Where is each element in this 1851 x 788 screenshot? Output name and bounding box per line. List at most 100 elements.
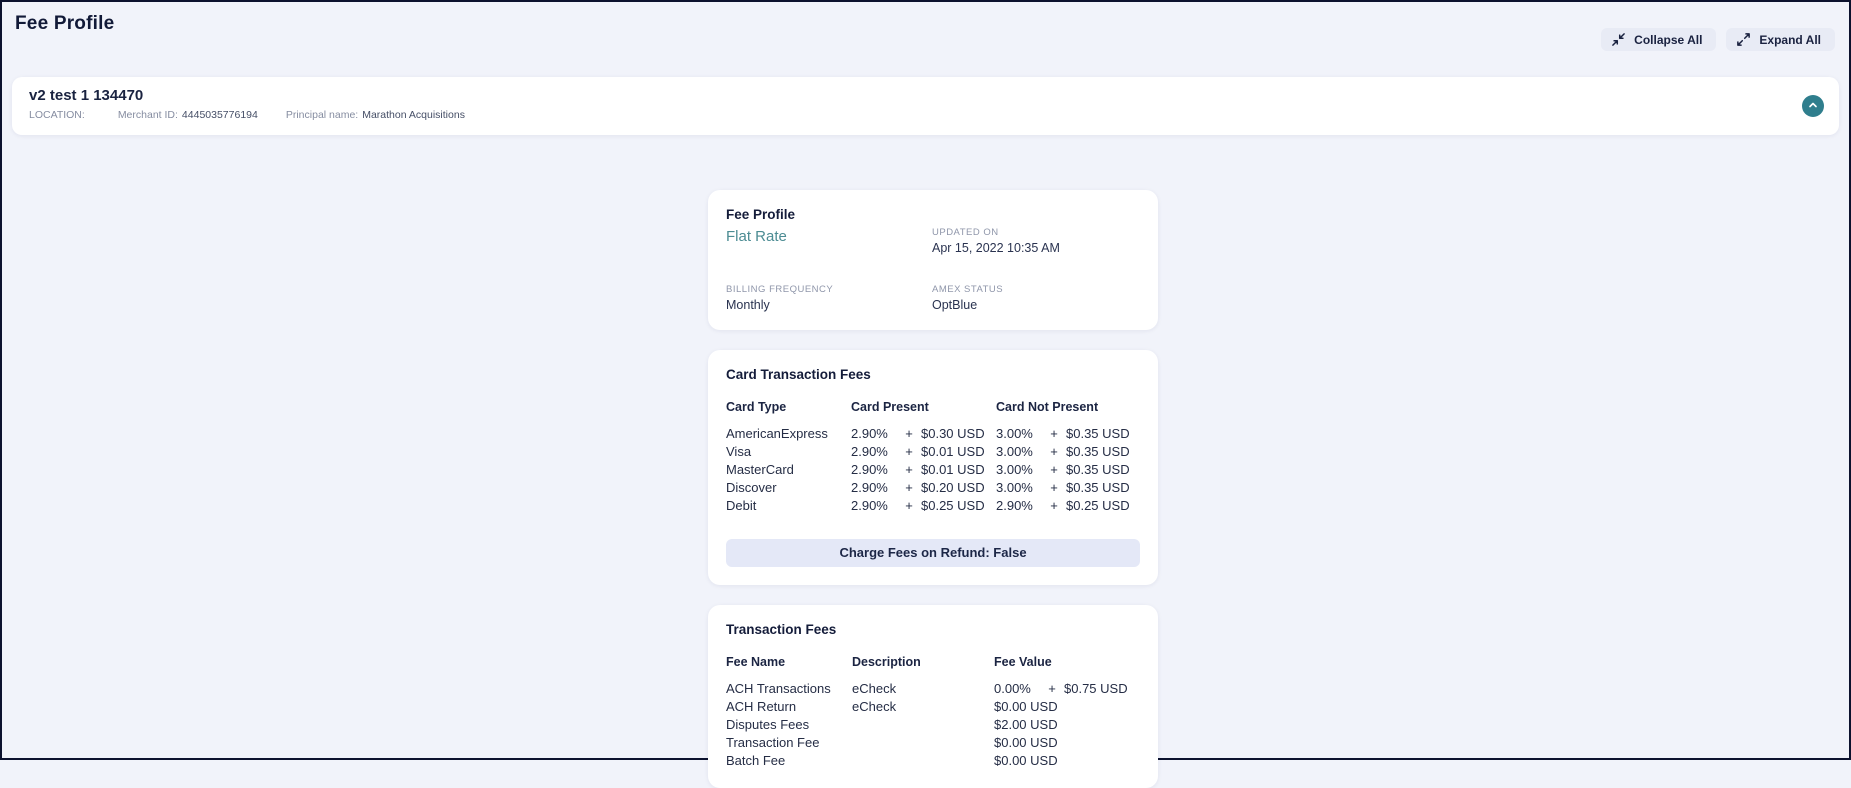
fee-rate: 3.00% bbox=[996, 462, 1033, 477]
fee-amount: $0.25 USD bbox=[921, 498, 985, 513]
card-present-fee-cell: 2.90% + $0.30 USD bbox=[851, 425, 996, 443]
fee-value-cell: $0.00 USD bbox=[994, 753, 1058, 768]
fee-amount: $0.35 USD bbox=[1066, 462, 1130, 477]
fee-description-cell bbox=[852, 734, 994, 752]
fee-value-cell: $2.00 USD bbox=[994, 717, 1058, 732]
merchant-meta: LOCATION: Merchant ID: 4445035776194 Pri… bbox=[29, 109, 1822, 121]
panel-collapse-toggle-button[interactable] bbox=[1802, 95, 1824, 117]
card-present-fee-cell: 2.90% + $0.01 USD bbox=[851, 461, 996, 479]
amex-status-label: AMEX STATUS bbox=[932, 284, 1004, 295]
fee-amount: $0.25 USD bbox=[1066, 498, 1130, 513]
fee-rate: 3.00% bbox=[996, 444, 1033, 459]
expand-all-label: Expand All bbox=[1759, 32, 1821, 47]
fee-amount: $0.20 USD bbox=[921, 480, 985, 495]
table-header-row: Card Type Card Present Card Not Present bbox=[726, 400, 1140, 414]
card-not-present-fee-cell: 3.00% + $0.35 USD bbox=[996, 461, 1140, 479]
fee-amount: $0.30 USD bbox=[921, 426, 985, 441]
card-type-cell: AmericanExpress bbox=[726, 426, 828, 441]
fee-plus: + bbox=[1050, 444, 1058, 459]
fee-profile-type-link[interactable]: Flat Rate bbox=[726, 228, 932, 245]
table-row: ACH Transactions eCheck 0.00% + $0.75 US… bbox=[726, 680, 1140, 698]
fee-plus: + bbox=[905, 426, 913, 441]
card-type-cell: MasterCard bbox=[726, 462, 794, 477]
fee-amount: $0.35 USD bbox=[1066, 480, 1130, 495]
table-row: MasterCard 2.90% + $0.01 USD 3.00% + $0.… bbox=[726, 461, 1140, 479]
fee-description-cell bbox=[852, 716, 994, 734]
card-transaction-fees-table: Card Type Card Present Card Not Present … bbox=[726, 400, 1140, 515]
fee-plus: + bbox=[1048, 681, 1056, 696]
billing-frequency-value: Monthly bbox=[726, 298, 770, 312]
fee-amount: $0.35 USD bbox=[1066, 444, 1130, 459]
card-not-present-fee-cell: 3.00% + $0.35 USD bbox=[996, 479, 1140, 497]
card-type-cell: Visa bbox=[726, 444, 752, 459]
table-header-row: Fee Name Description Fee Value bbox=[726, 655, 1140, 669]
location-label: LOCATION: bbox=[29, 109, 85, 121]
table-row: ACH Return eCheck $0.00 USD bbox=[726, 698, 1140, 716]
fee-name-cell: Disputes Fees bbox=[726, 717, 810, 732]
fee-rate: 3.00% bbox=[996, 480, 1033, 495]
table-row: Debit 2.90% + $0.25 USD 2.90% + $0.25 US… bbox=[726, 497, 1140, 515]
collapse-all-label: Collapse All bbox=[1634, 32, 1703, 47]
table-row: Disputes Fees $2.00 USD bbox=[726, 716, 1140, 734]
table-row: Batch Fee $0.00 USD bbox=[726, 752, 1140, 770]
table-row: Discover 2.90% + $0.20 USD 3.00% + $0.35… bbox=[726, 479, 1140, 497]
fee-rate: 2.90% bbox=[851, 462, 888, 477]
fee-plus: + bbox=[1050, 498, 1058, 513]
fee-rate: 2.90% bbox=[851, 498, 888, 513]
content-column: Fee Profile Flat Rate UPDATED ON Apr 15,… bbox=[708, 190, 1158, 788]
page-title: Fee Profile bbox=[15, 13, 115, 34]
amex-status-value: OptBlue bbox=[932, 298, 978, 312]
collapse-all-button[interactable]: Collapse All bbox=[1601, 28, 1717, 51]
fee-value-cell: 0.00% + $0.75 USD bbox=[994, 680, 1140, 698]
card-type-cell: Debit bbox=[726, 498, 757, 513]
fee-rate: 2.90% bbox=[996, 498, 1033, 513]
card-not-present-fee-cell: 3.00% + $0.35 USD bbox=[996, 425, 1140, 443]
column-header-fee-value: Fee Value bbox=[994, 655, 1052, 669]
fee-plus: + bbox=[1050, 480, 1058, 495]
fee-description-cell: eCheck bbox=[852, 699, 897, 714]
table-row: Visa 2.90% + $0.01 USD 3.00% + $0.35 USD bbox=[726, 443, 1140, 461]
fee-profile-heading: Fee Profile bbox=[726, 207, 796, 222]
fee-name-cell: Transaction Fee bbox=[726, 735, 820, 750]
principal-name-label: Principal name: bbox=[285, 109, 359, 121]
column-header-card-not-present: Card Not Present bbox=[996, 400, 1099, 414]
column-header-fee-name: Fee Name bbox=[726, 655, 786, 669]
merchant-panel: v2 test 1 134470 LOCATION: Merchant ID: … bbox=[12, 77, 1839, 135]
fee-description-cell: eCheck bbox=[852, 681, 897, 696]
header-actions: Collapse All Expand All bbox=[1601, 28, 1835, 51]
fee-amount: $0.01 USD bbox=[921, 462, 985, 477]
fee-plus: + bbox=[905, 480, 913, 495]
card-present-fee-cell: 2.90% + $0.20 USD bbox=[851, 479, 996, 497]
expand-all-button[interactable]: Expand All bbox=[1726, 28, 1835, 51]
fee-value-cell: $0.00 USD bbox=[994, 699, 1058, 714]
fee-rate: 3.00% bbox=[996, 426, 1033, 441]
fee-name-cell: Batch Fee bbox=[726, 753, 786, 768]
updated-on-value: Apr 15, 2022 10:35 AM bbox=[932, 241, 1060, 255]
transaction-fees-table: Fee Name Description Fee Value ACH Trans… bbox=[726, 655, 1140, 770]
fee-plus: + bbox=[1050, 462, 1058, 477]
card-not-present-fee-cell: 3.00% + $0.35 USD bbox=[996, 443, 1140, 461]
fee-plus: + bbox=[905, 444, 913, 459]
fee-amount: $0.75 USD bbox=[1064, 681, 1128, 696]
card-transaction-fees-heading: Card Transaction Fees bbox=[726, 367, 871, 382]
fee-name-cell: ACH Return bbox=[726, 699, 797, 714]
fee-value-cell: $0.00 USD bbox=[994, 735, 1058, 750]
fee-rate: 2.90% bbox=[851, 426, 888, 441]
principal-name-value: Marathon Acquisitions bbox=[362, 109, 465, 121]
chevron-up-icon bbox=[1807, 99, 1819, 114]
column-header-card-present: Card Present bbox=[851, 400, 929, 414]
card-type-cell: Discover bbox=[726, 480, 777, 495]
card-transaction-fees-card: Card Transaction Fees Card Type Card Pre… bbox=[708, 350, 1158, 585]
fee-description-cell bbox=[852, 752, 994, 770]
column-header-card-type: Card Type bbox=[726, 400, 787, 414]
collapse-icon bbox=[1611, 32, 1626, 47]
fee-name-cell: ACH Transactions bbox=[726, 681, 831, 696]
fee-amount: $0.35 USD bbox=[1066, 426, 1130, 441]
transaction-fees-heading: Transaction Fees bbox=[726, 622, 837, 637]
fee-plus: + bbox=[905, 462, 913, 477]
expand-icon bbox=[1736, 32, 1751, 47]
merchant-id-label: Merchant ID: bbox=[117, 109, 178, 121]
card-present-fee-cell: 2.90% + $0.25 USD bbox=[851, 497, 996, 515]
fee-plus: + bbox=[905, 498, 913, 513]
updated-on-label: UPDATED ON bbox=[932, 227, 999, 238]
